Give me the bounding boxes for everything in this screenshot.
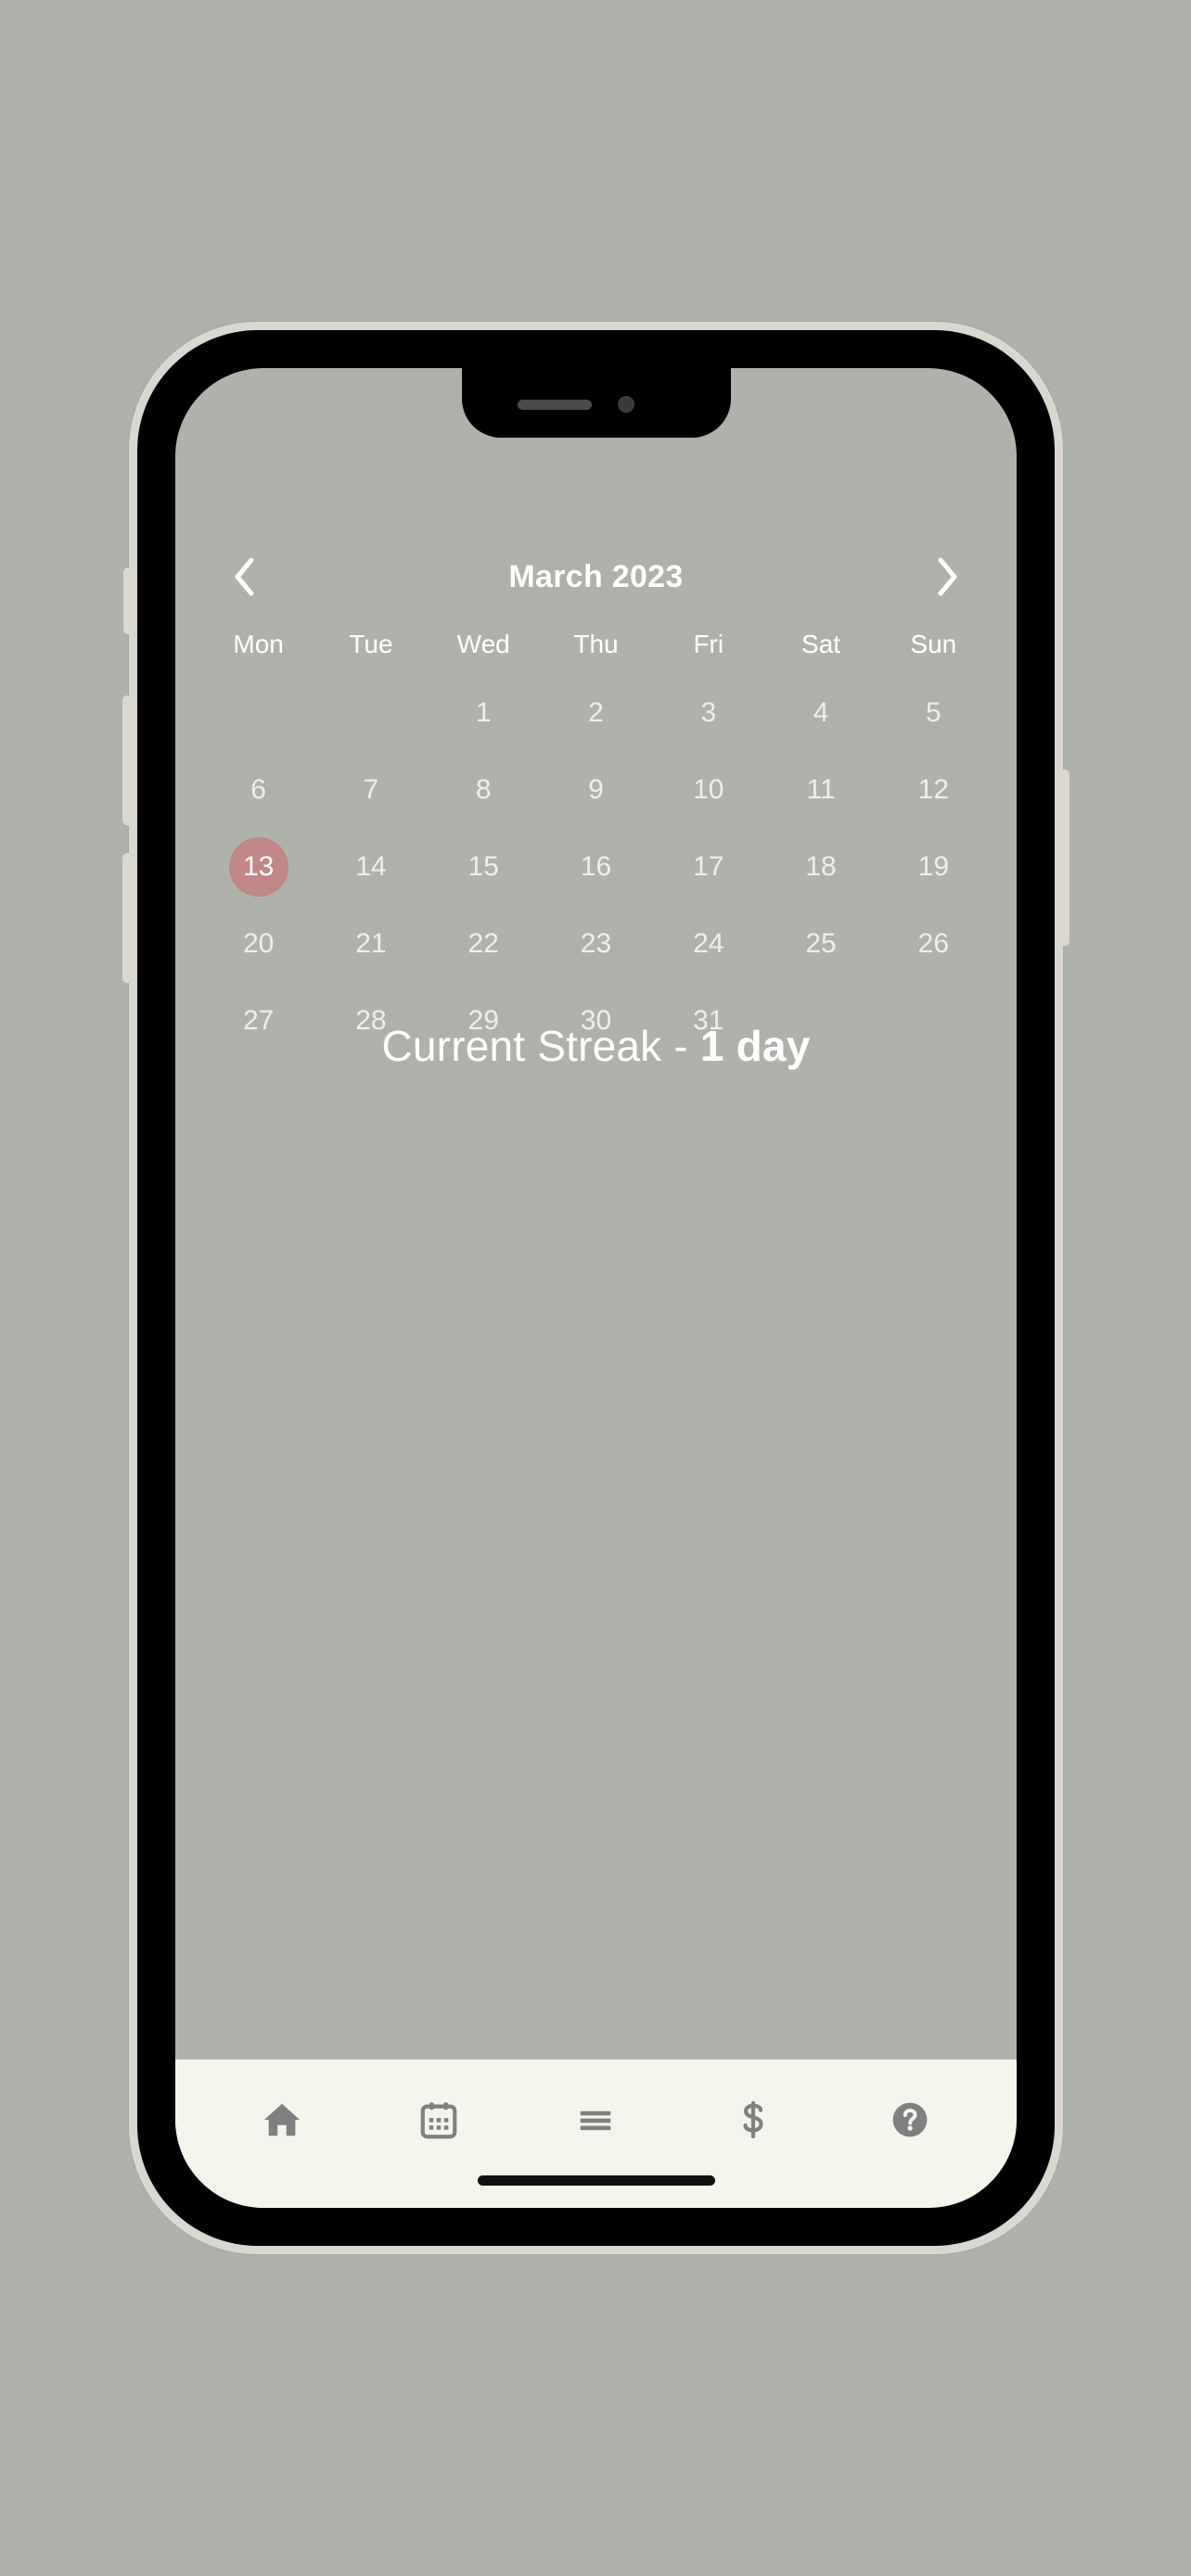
calendar-day-cell: 14 <box>314 828 427 905</box>
front-camera-icon <box>617 396 634 413</box>
calendar-day-cell: 4 <box>764 674 877 751</box>
help-icon <box>892 2102 928 2137</box>
weekday-label-tue: Tue <box>349 630 393 658</box>
weekday-label-fri: Fri <box>693 630 724 658</box>
calendar-day[interactable]: 8 <box>454 760 513 820</box>
calendar-day-cell: 2 <box>540 674 652 751</box>
calendar-day-cell: 25 <box>764 905 877 982</box>
calendar-month-title: March 2023 <box>508 558 684 594</box>
earpiece-speaker-icon <box>517 400 592 410</box>
calendar-day[interactable]: 10 <box>679 760 738 820</box>
calendar-day[interactable]: 23 <box>566 914 625 974</box>
calendar-day[interactable]: 2 <box>566 683 625 743</box>
calendar-day[interactable]: 17 <box>679 837 738 897</box>
home-icon <box>263 2103 300 2136</box>
calendar-day-cell: 10 <box>652 751 764 828</box>
nav-item-help[interactable] <box>865 2075 954 2164</box>
calendar-day-selected[interactable]: 13 <box>228 836 288 897</box>
calendar-day[interactable]: 4 <box>791 683 851 743</box>
home-indicator <box>477 2175 715 2186</box>
calendar-day-cell: 7 <box>314 751 427 828</box>
calendar-day-empty <box>341 683 401 743</box>
calendar-day-blank <box>314 674 427 751</box>
streak-value: 1 day <box>699 1022 811 1070</box>
calendar-day-cell: 18 <box>764 828 877 905</box>
calendar-day-cell: 9 <box>540 751 652 828</box>
calendar-day[interactable]: 24 <box>679 914 738 974</box>
calendar-day[interactable]: 6 <box>229 760 288 820</box>
calendar-icon <box>420 2102 457 2139</box>
calendar-day[interactable]: 1 <box>454 683 513 743</box>
weekday-label-sun: Sun <box>910 630 957 658</box>
calendar-day[interactable]: 26 <box>903 914 963 974</box>
phone-screen: March 2023 Mon Tue Wed Thu Fri Sat Sun 1234567… <box>175 368 1017 2208</box>
calendar-day-cell: 26 <box>877 905 990 982</box>
bottom-navigation-bar <box>175 2060 1017 2208</box>
weekday-label-wed: Wed <box>456 630 510 658</box>
calendar-day[interactable]: 3 <box>679 683 738 743</box>
calendar-day-cell: 16 <box>540 828 652 905</box>
previous-month-button[interactable] <box>224 556 264 597</box>
volume-up-button[interactable] <box>122 695 134 825</box>
calendar-day-cell: 5 <box>877 674 990 751</box>
calendar-day[interactable]: 19 <box>903 837 963 897</box>
calendar-day-cell: 21 <box>314 905 427 982</box>
volume-down-button[interactable] <box>122 853 134 983</box>
calendar-day-cell: 3 <box>652 674 764 751</box>
calendar-day-cell: 22 <box>428 905 540 982</box>
calendar-day-blank <box>202 674 314 751</box>
calendar-day-cell: 13 <box>202 828 314 905</box>
calendar-day-cell: 6 <box>202 751 314 828</box>
calendar-day[interactable]: 5 <box>903 683 963 743</box>
calendar-day[interactable]: 22 <box>454 914 513 974</box>
current-streak-text: Current Streak - 1 day <box>175 1021 1017 1071</box>
menu-icon <box>581 2111 611 2131</box>
dollar-icon <box>743 2100 763 2139</box>
calendar-day[interactable]: 12 <box>903 760 963 820</box>
app-main-content: March 2023 Mon Tue Wed Thu Fri Sat Sun 1234567… <box>175 368 1017 2060</box>
calendar-day-cell: 1 <box>428 674 540 751</box>
silence-switch[interactable] <box>123 567 134 634</box>
app-container: March 2023 Mon Tue Wed Thu Fri Sat Sun 1234567… <box>175 368 1017 2208</box>
calendar-day-empty <box>229 683 288 743</box>
calendar-day[interactable]: 9 <box>566 760 625 820</box>
calendar-header: March 2023 <box>175 549 1017 605</box>
chevron-left-icon <box>235 557 254 596</box>
streak-label: Current Streak - <box>381 1022 700 1070</box>
next-month-button[interactable] <box>928 556 968 597</box>
phone-body: March 2023 Mon Tue Wed Thu Fri Sat Sun 1234567… <box>137 330 1055 2246</box>
calendar-day[interactable]: 25 <box>791 914 851 974</box>
calendar-day-cell: 20 <box>202 905 314 982</box>
calendar-day[interactable]: 15 <box>454 837 513 897</box>
calendar-day[interactable]: 14 <box>341 837 401 897</box>
weekday-label-mon: Mon <box>233 630 284 658</box>
calendar-day-cell: 19 <box>877 828 990 905</box>
nav-item-calendar[interactable] <box>394 2075 483 2164</box>
calendar-day[interactable]: 16 <box>566 837 625 897</box>
calendar-day[interactable]: 18 <box>791 837 851 897</box>
calendar-day-cell: 12 <box>877 751 990 828</box>
weekday-label-thu: Thu <box>573 630 619 658</box>
calendar-weekday-header: Mon Tue Wed Thu Fri Sat Sun <box>175 626 1017 663</box>
calendar-day[interactable]: 21 <box>341 914 401 974</box>
nav-item-finance[interactable] <box>709 2075 798 2164</box>
calendar-day-grid: 1 2 3 4 5 6 7 8 9 10 11 12 13 14 15 16 17 18 19 20 21 22 23 24 2… <box>175 674 1017 1059</box>
calendar-day-cell: 15 <box>428 828 540 905</box>
calendar-day[interactable]: 20 <box>229 914 288 974</box>
calendar-day[interactable]: 11 <box>791 760 851 820</box>
calendar-day[interactable]: 7 <box>341 760 401 820</box>
calendar-day-cell: 24 <box>652 905 764 982</box>
calendar-day-cell: 11 <box>764 751 877 828</box>
nav-item-home[interactable] <box>237 2075 327 2164</box>
calendar-day-cell: 23 <box>540 905 652 982</box>
device-notch <box>461 368 731 438</box>
power-button[interactable] <box>1057 770 1069 946</box>
calendar-day-cell: 17 <box>652 828 764 905</box>
phone-frame: March 2023 Mon Tue Wed Thu Fri Sat Sun 1234567… <box>122 322 1069 2254</box>
nav-item-menu[interactable] <box>551 2075 640 2164</box>
chevron-right-icon <box>938 557 957 596</box>
calendar-day-cell: 8 <box>428 751 540 828</box>
weekday-label-sat: Sat <box>801 630 841 658</box>
screenshot-stage: March 2023 Mon Tue Wed Thu Fri Sat Sun 1234567… <box>0 0 1191 2576</box>
